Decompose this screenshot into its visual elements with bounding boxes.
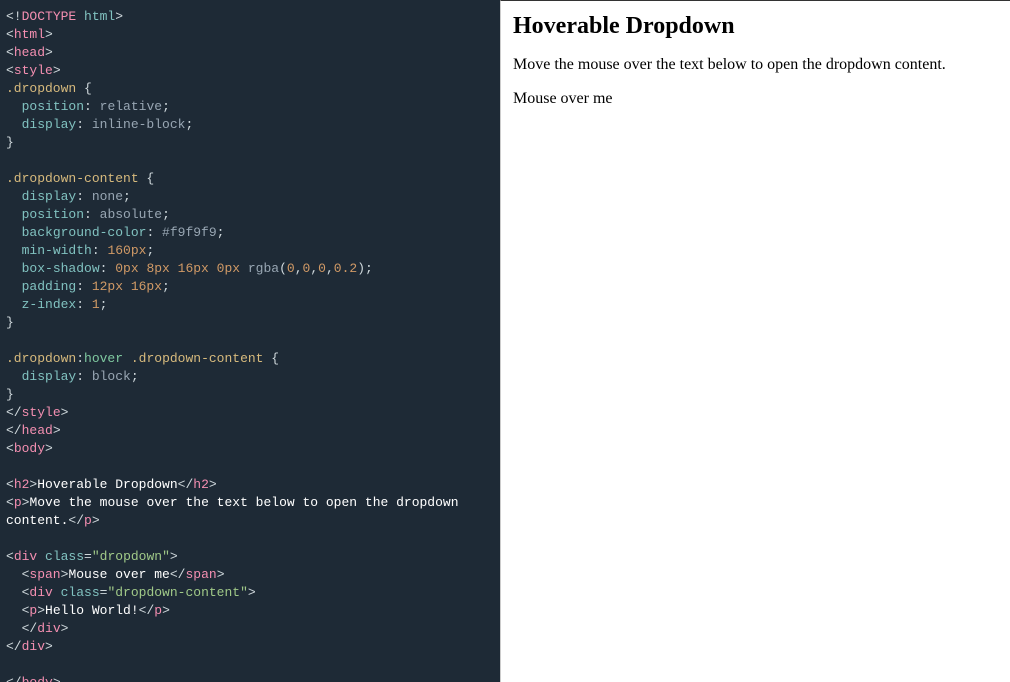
preview-paragraph: Move the mouse over the text below to op… (513, 56, 998, 74)
preview-heading: Hoverable Dropdown (513, 13, 998, 40)
dropdown-hover-trigger[interactable]: Mouse over me (513, 90, 613, 107)
code-editor-panel[interactable]: <!DOCTYPE html> <html> <head> <style> .d… (0, 0, 500, 682)
preview-panel: Hoverable Dropdown Move the mouse over t… (500, 0, 1010, 682)
code-content[interactable]: <!DOCTYPE html> <html> <head> <style> .d… (6, 8, 494, 682)
